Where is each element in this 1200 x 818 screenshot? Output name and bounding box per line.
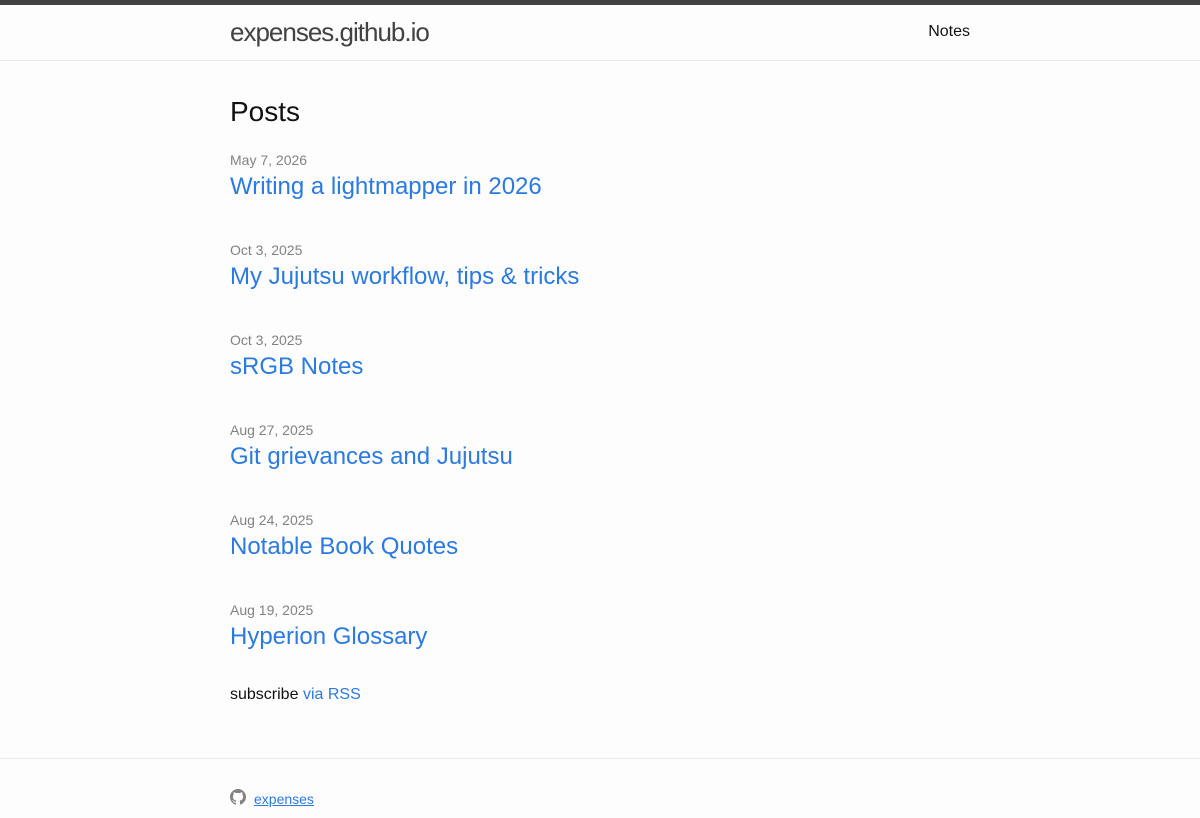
site-nav: Notes bbox=[928, 22, 970, 42]
post-list-item: Aug 27, 2025 Git grievances and Jujutsu bbox=[230, 420, 970, 474]
post-date: Oct 3, 2025 bbox=[230, 242, 303, 258]
page-content: Posts May 7, 2026 Writing a lightmapper … bbox=[0, 61, 1200, 706]
post-list-item: Oct 3, 2025 sRGB Notes bbox=[230, 330, 970, 384]
post-list-item: Aug 19, 2025 Hyperion Glossary bbox=[230, 600, 970, 654]
post-list-item: Oct 3, 2025 My Jujutsu workflow, tips & … bbox=[230, 240, 970, 294]
rss-link[interactable]: via RSS bbox=[303, 686, 361, 703]
posts-heading: Posts bbox=[230, 96, 301, 127]
post-link[interactable]: Git grievances and Jujutsu bbox=[230, 440, 970, 474]
content-wrapper: Posts May 7, 2026 Writing a lightmapper … bbox=[230, 95, 970, 706]
post-list: May 7, 2026 Writing a lightmapper in 202… bbox=[230, 150, 970, 654]
site-header: expenses.github.io Notes bbox=[0, 5, 1200, 61]
post-link[interactable]: Writing a lightmapper in 2026 bbox=[230, 170, 970, 204]
github-profile-link[interactable]: expenses bbox=[230, 789, 314, 808]
post-list-item: Aug 24, 2025 Notable Book Quotes bbox=[230, 510, 970, 564]
github-icon bbox=[230, 789, 246, 808]
post-link[interactable]: Hyperion Glossary bbox=[230, 620, 970, 654]
post-link[interactable]: sRGB Notes bbox=[230, 350, 970, 384]
site-footer: expenses bbox=[0, 758, 1200, 818]
post-date: Oct 3, 2025 bbox=[230, 332, 303, 348]
site-title-link[interactable]: expenses.github.io bbox=[230, 17, 430, 47]
post-link[interactable]: My Jujutsu workflow, tips & tricks bbox=[230, 260, 970, 294]
post-date: May 7, 2026 bbox=[230, 152, 308, 168]
post-date: Aug 24, 2025 bbox=[230, 512, 314, 528]
github-username: expenses bbox=[254, 790, 314, 807]
post-list-item: May 7, 2026 Writing a lightmapper in 202… bbox=[230, 150, 970, 204]
post-date: Aug 27, 2025 bbox=[230, 422, 314, 438]
post-date: Aug 19, 2025 bbox=[230, 602, 314, 618]
rss-subscribe: subscribe via RSS bbox=[230, 684, 970, 706]
rss-subscribe-text: subscribe bbox=[230, 686, 299, 703]
post-link[interactable]: Notable Book Quotes bbox=[230, 530, 970, 564]
nav-link-notes[interactable]: Notes bbox=[928, 23, 970, 40]
